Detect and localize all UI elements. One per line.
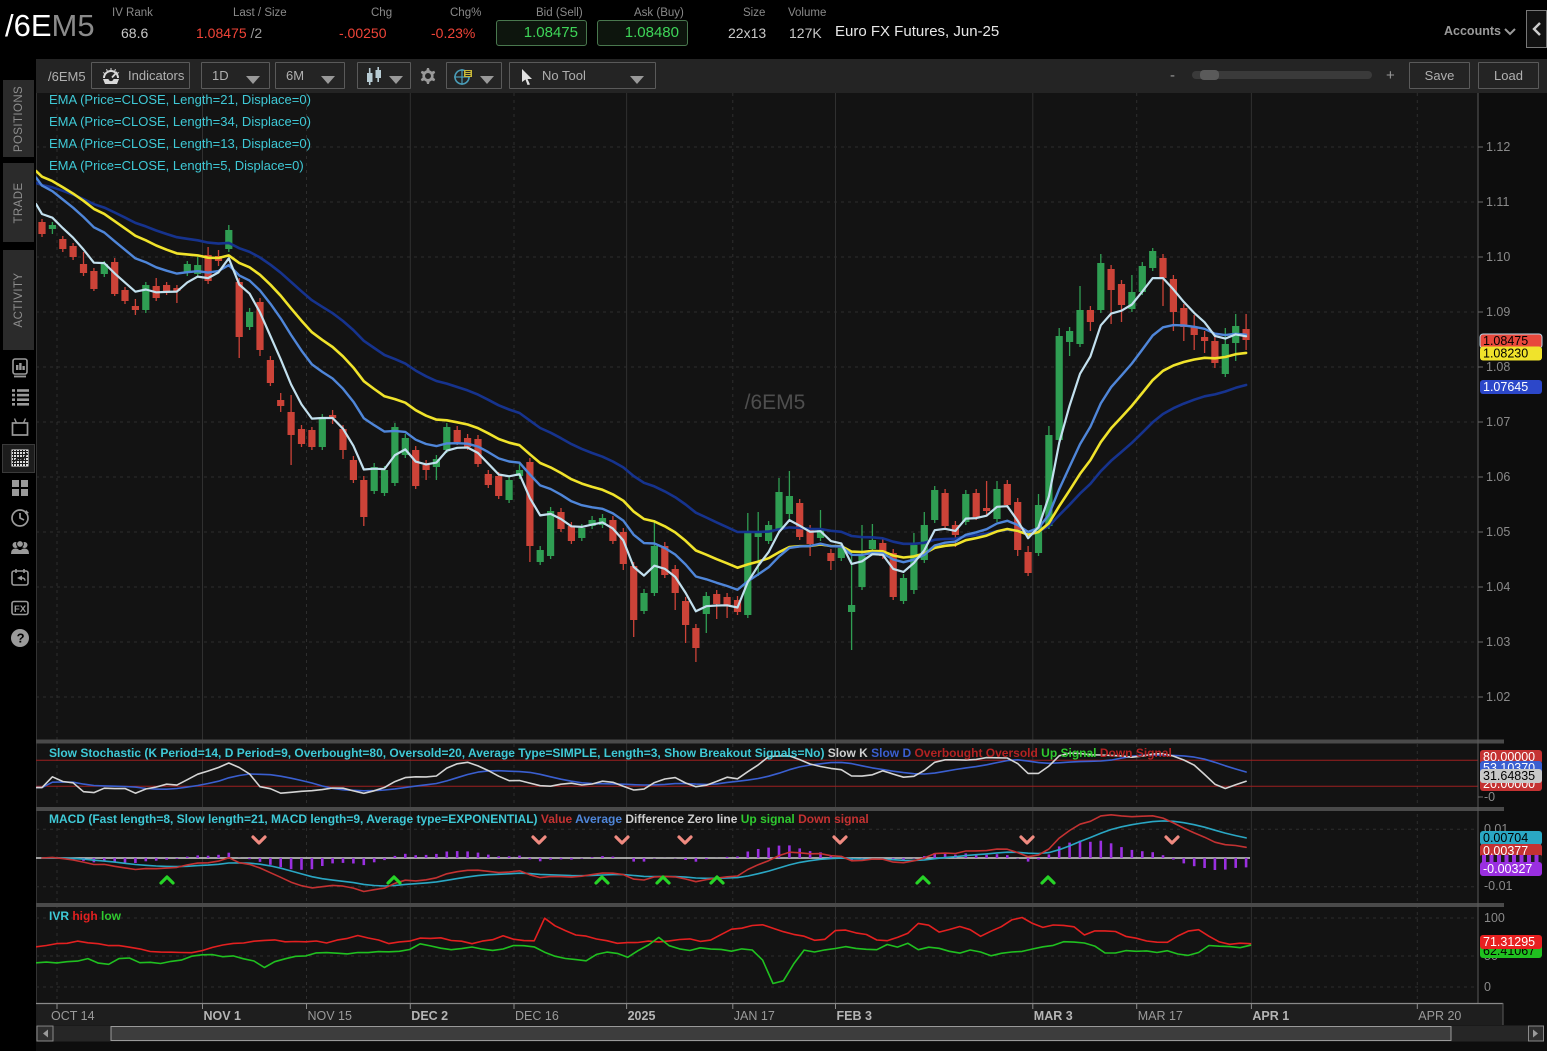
svg-text:100: 100 [1484,911,1505,925]
svg-text:MAR 3: MAR 3 [1034,1009,1073,1023]
svg-text:1.08230: 1.08230 [1483,347,1528,361]
svg-text:1.12: 1.12 [1486,140,1510,154]
svg-text:2025: 2025 [628,1009,656,1023]
svg-text:-0: -0 [1484,790,1495,804]
svg-text:FX: FX [14,604,27,615]
svg-text:1.09: 1.09 [1486,305,1510,319]
svg-text:1.06: 1.06 [1486,470,1510,484]
svg-text:/6EM5: /6EM5 [745,391,806,414]
svg-text:EMA (Price=CLOSE, Length=34, D: EMA (Price=CLOSE, Length=34, Displace=0) [49,114,311,129]
svg-text:Slow Stochastic (K Period=14,: Slow Stochastic (K Period=14, D Period=9… [49,746,1172,760]
svg-text:31.64835: 31.64835 [1483,769,1535,783]
svg-text:0.00704: 0.00704 [1483,831,1528,845]
svg-text:MACD (Fast length=8, Slow leng: MACD (Fast length=8, Slow length=21, MAC… [49,812,869,826]
svg-text:0: 0 [1484,980,1491,994]
svg-text:1.07645: 1.07645 [1483,380,1528,394]
svg-text:EMA (Price=CLOSE, Length=5, Di: EMA (Price=CLOSE, Length=5, Displace=0) [49,158,304,173]
svg-text:1.07: 1.07 [1486,415,1510,429]
svg-text:IVR high low: IVR high low [49,909,122,923]
svg-text:-0.01: -0.01 [1484,879,1513,893]
svg-text:OCT 14: OCT 14 [51,1009,95,1023]
svg-text:1.02: 1.02 [1486,690,1510,704]
svg-text:DEC 2: DEC 2 [411,1009,448,1023]
svg-text:-0.00327: -0.00327 [1483,862,1532,876]
svg-text:1.03: 1.03 [1486,635,1510,649]
svg-text:NOV 15: NOV 15 [308,1009,353,1023]
svg-text:71.31295: 71.31295 [1483,935,1535,949]
svg-text:1.08: 1.08 [1486,360,1510,374]
svg-text:FEB 3: FEB 3 [837,1009,872,1023]
svg-text:?: ? [17,631,25,646]
svg-text:1.11: 1.11 [1486,195,1509,209]
svg-text:1.05: 1.05 [1486,525,1510,539]
svg-text:APR 1: APR 1 [1252,1009,1289,1023]
svg-text:1.10: 1.10 [1486,250,1510,264]
svg-text:JAN 17: JAN 17 [734,1009,775,1023]
svg-text:MAR 17: MAR 17 [1138,1009,1183,1023]
svg-text:EMA (Price=CLOSE, Length=13, D: EMA (Price=CLOSE, Length=13, Displace=0) [49,136,311,151]
svg-text:1.04: 1.04 [1486,580,1510,594]
svg-text:NOV 1: NOV 1 [204,1009,242,1023]
svg-text:EMA (Price=CLOSE, Length=21, D: EMA (Price=CLOSE, Length=21, Displace=0) [49,93,311,107]
svg-text:APR 20: APR 20 [1418,1009,1461,1023]
svg-text:DEC 16: DEC 16 [515,1009,559,1023]
